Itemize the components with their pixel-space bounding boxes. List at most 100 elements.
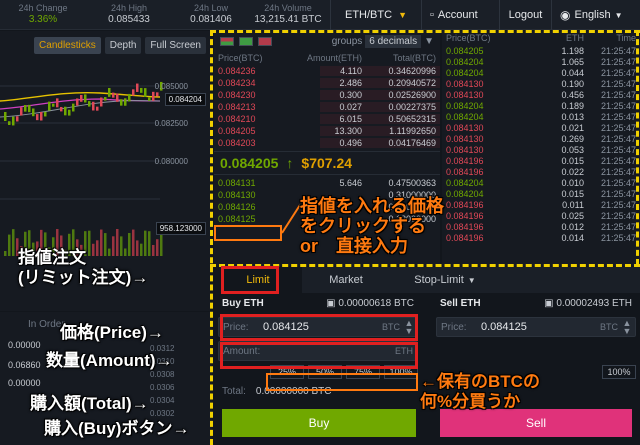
percent-100-button[interactable]: 100% [602,365,636,379]
trade-time: 21:25:47 [600,144,636,155]
candle [12,116,15,126]
trade-time: 21:25:47 [600,45,636,56]
annotation-line: 指値注文 [18,248,86,267]
axis-label: 0.082500 [154,119,188,128]
ask-price: 0.084234 [218,78,256,88]
caret-down-icon: ▼ [614,10,623,20]
candle [64,106,67,116]
both-sides-icon[interactable] [220,36,234,46]
sell-form-title: Sell ETH ▣ 0.00002493 ETH [440,297,632,309]
asks-list: 0.084236 4.110 0.34620996 0.084234 2.486 0.20… [214,65,440,149]
trade-row: 0.084196 0.011 21:25:47 [442,199,640,210]
buy-button[interactable]: Buy [222,409,416,437]
bid-price: 0.084125 [218,214,256,224]
volume-bar [152,244,155,256]
last-price-value: 0.084205 [220,155,279,171]
candle [116,93,119,102]
ask-total: 0.02526900 [388,90,436,100]
candle [16,116,19,122]
price-tag: 0.084204 [164,93,206,106]
trade-price: 0.084204 [446,67,484,78]
trade-history-header: Price(BTC) ETH Time [446,33,636,43]
ask-row[interactable]: 0.084236 4.110 0.34620996 [214,65,440,77]
groups-selector[interactable]: groups 6 decimals ▼ [332,34,434,48]
volume-bar [156,239,159,256]
ask-amount: 0.027 [339,102,362,112]
user-icon: ▫ [430,9,434,21]
annotation-line: 何%分買うか [420,392,521,411]
sell-button[interactable]: Sell [440,409,632,437]
balance-row: 0.06860 [8,360,41,370]
ask-row[interactable]: 0.084205 13.300 1.11992650 [214,125,440,137]
bids-only-icon[interactable] [239,36,253,46]
trade-time: 21:25:47 [600,177,636,188]
percent-buttons-highlight [266,373,418,391]
trade-price: 0.084204 [446,188,484,199]
trade-time: 21:25:47 [600,56,636,67]
stat-24h-high: 24h High 0.085433 [108,3,150,25]
trade-price: 0.084204 [446,177,484,188]
bid-row[interactable]: 0.084131 5.646 0.47500363 [214,177,440,189]
trade-amount: 0.015 [561,155,584,166]
annotation-percent-hint: ←保有のBTCの 何%分買うか [420,372,540,412]
trade-row: 0.084130 0.021 21:25:47 [442,122,640,133]
trade-row: 0.084130 0.053 21:25:47 [442,144,640,155]
selected-bid-highlight [214,225,282,241]
candle [152,91,155,101]
trade-amount: 0.190 [561,78,584,89]
trade-amount: 0.021 [561,122,584,133]
logout-link[interactable]: Logout [500,0,552,30]
stepper-icon[interactable]: ▲ ▼ [622,319,632,336]
ask-amount: 0.496 [339,138,362,148]
trade-row: 0.084204 0.044 21:25:47 [442,67,640,78]
buy-balance: ▣ 0.00000618 BTC [326,297,414,309]
candle [156,92,159,97]
trade-list: 0.084205 1.198 21:25:47 0.084204 1.065 21:25:… [442,45,640,243]
annotation-line: ←保有のBTCの [420,372,540,391]
trade-row: 0.084204 1.065 21:25:47 [442,56,640,67]
ask-row[interactable]: 0.084234 2.486 0.20940572 [214,77,440,89]
trade-price: 0.084196 [446,232,484,243]
ask-total: 0.20940572 [388,78,436,88]
wallet-icon: ▣ [544,297,554,309]
candle [104,97,107,101]
language-selector[interactable]: ◉ English ▼ [552,0,640,30]
trade-price: 0.084130 [446,144,484,155]
candle [112,92,115,98]
sell-price-field[interactable]: Price: 0.084125 BTC ▲ ▼ [436,317,636,337]
candle [144,88,147,98]
ask-row[interactable]: 0.084203 0.496 0.04176469 [214,137,440,149]
trade-amount: 0.456 [561,89,584,100]
candle [52,103,55,107]
tab-stop-limit[interactable]: Stop-Limit ▼ [390,267,500,293]
trade-row: 0.084204 0.013 21:25:47 [442,111,640,122]
annotation-line: or 直接入力 [300,236,408,256]
trade-price: 0.084204 [446,111,484,122]
trade-history: Price(BTC) ETH Time 0.084205 1.198 21:25:4… [442,31,640,266]
sell-form: Sell ETH ▣ 0.00002493 ETH Price: 0.08412… [436,293,636,383]
trade-row: 0.084204 0.015 21:25:47 [442,188,640,199]
trade-row: 0.084204 0.189 21:25:47 [442,100,640,111]
ask-amount: 0.300 [339,90,362,100]
bid-total: 0.47500363 [388,178,436,188]
trade-row: 0.084130 0.269 21:25:47 [442,133,640,144]
trade-amount: 0.012 [561,221,584,232]
pair-selector[interactable]: ETH/BTC ▼ [330,0,422,30]
bid-amount: 5.646 [339,178,362,188]
ask-price: 0.084236 [218,66,256,76]
candle [72,103,75,112]
ask-row[interactable]: 0.084213 0.027 0.00227375 [214,101,440,113]
trade-price: 0.084204 [446,56,484,67]
account-link[interactable]: ▫ Account [422,0,500,30]
stat-24h-change: 24h Change 3.36% [18,3,68,25]
ask-row[interactable]: 0.084210 6.015 0.50652315 [214,113,440,125]
trade-amount: 0.015 [561,188,584,199]
ask-row[interactable]: 0.084230 0.300 0.02526900 [214,89,440,101]
dashed-divider [210,30,213,445]
ask-price: 0.084203 [218,138,256,148]
asks-only-icon[interactable] [258,36,272,46]
tab-market[interactable]: Market [302,267,390,293]
ask-total: 0.34620996 [388,66,436,76]
bid-price: 0.084131 [218,178,256,188]
trade-row: 0.084196 0.025 21:25:47 [442,210,640,221]
